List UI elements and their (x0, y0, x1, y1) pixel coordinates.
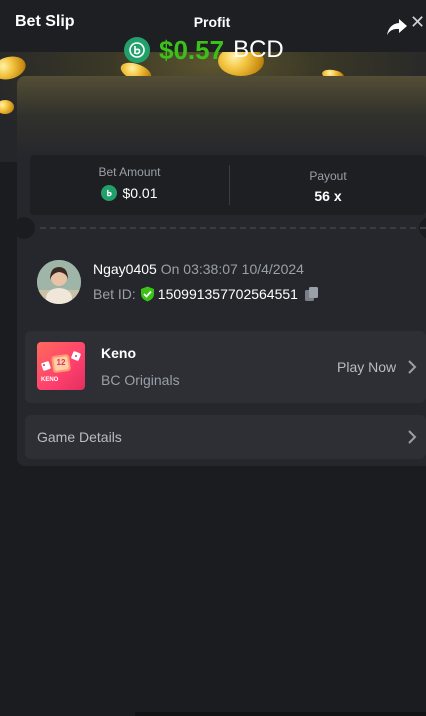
gold-coin-decoration (0, 100, 14, 114)
card-glow (17, 76, 426, 156)
share-icon[interactable] (386, 17, 408, 37)
game-thumbnail[interactable]: 12 KENO (37, 342, 85, 390)
keno-thumb-text: KENO (41, 377, 59, 383)
username[interactable]: Ngay0405 (93, 261, 157, 277)
bc-coin-icon (101, 185, 118, 201)
user-line: Ngay0405 On 03:38:07 10/4/2024 (93, 261, 304, 277)
game-name[interactable]: Keno (101, 345, 136, 361)
payout-label: Payout (309, 169, 347, 183)
copy-icon[interactable] (304, 286, 319, 302)
dashed-separator (40, 227, 426, 229)
bc-coin-icon (124, 37, 150, 63)
ticket-notch (13, 217, 35, 239)
keno-badge-number: 12 (56, 358, 66, 367)
bet-amount-value-row: $0.01 (30, 185, 229, 201)
payout: Payout 56 x (230, 169, 426, 229)
bet-amount: Bet Amount $0.01 (30, 165, 229, 225)
profit-label: Profit (193, 14, 231, 30)
bet-time: On 03:38:07 10/4/2024 (160, 261, 304, 277)
bet-amount-value: $0.01 (122, 185, 158, 201)
bet-id-value: 150991357702564551 (157, 286, 298, 302)
bet-amount-label: Bet Amount (98, 165, 161, 179)
chevron-right-icon[interactable] (407, 430, 417, 444)
play-now-button[interactable]: Play Now (337, 359, 396, 375)
bet-id-row: Bet ID: 150991357702564551 (93, 286, 319, 302)
bet-id-label: Bet ID: (93, 286, 136, 302)
payout-value: 56 x (314, 188, 342, 204)
profit-value: $0.57 (159, 34, 225, 65)
avatar[interactable] (37, 260, 81, 304)
profit-amount: $0.57 BCD (124, 35, 284, 65)
bottom-edge (135, 712, 426, 716)
profit-currency: BCD (233, 36, 284, 63)
shield-check-icon (140, 286, 155, 302)
chevron-right-icon[interactable] (407, 360, 417, 374)
game-provider: BC Originals (101, 372, 180, 388)
game-details-label[interactable]: Game Details (37, 429, 122, 445)
